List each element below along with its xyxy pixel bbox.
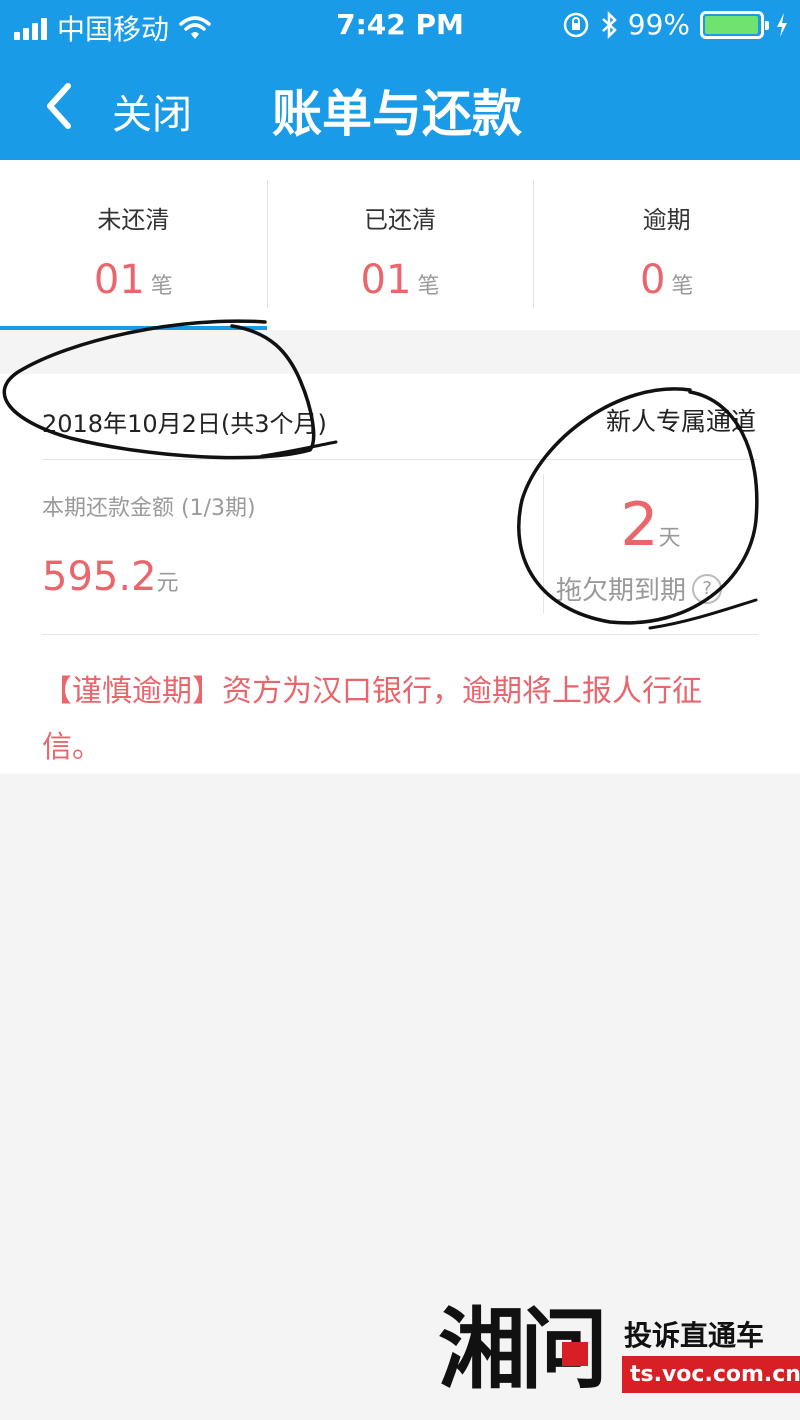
tab-count-unit: 笔 [150, 274, 173, 299]
repayment-amount: 595.2元 [42, 554, 179, 600]
tab-label: 逾期 [642, 206, 691, 234]
tab-label: 已还清 [364, 206, 436, 234]
amount-unit: 元 [156, 571, 179, 596]
back-chevron-icon[interactable] [38, 80, 82, 132]
tab-count: 01 [360, 257, 412, 303]
days-value: 2 [620, 490, 659, 560]
tab-count-unit: 笔 [417, 274, 440, 299]
charging-icon [777, 12, 787, 37]
watermark-logo-mark [562, 1342, 588, 1366]
tab-unpaid[interactable]: 未还清 01 笔 [0, 160, 267, 330]
battery-percent: 99% [627, 8, 690, 41]
tab-label: 未还清 [97, 206, 170, 234]
repayment-amount-label: 本期还款金额 (1/3期) [42, 496, 256, 521]
tab-count-unit: 笔 [671, 274, 694, 299]
divider [42, 634, 758, 635]
divider [42, 459, 758, 460]
overdue-label-text: 拖欠期到期 [556, 576, 687, 606]
watermark: 湘问 投诉直通车 ts.voc.com.cn [438, 1300, 800, 1410]
bluetooth-icon [601, 10, 617, 39]
tab-paid[interactable]: 已还清 01 笔 [266, 160, 534, 330]
bill-date: 2018年10月2日(共3个月) [42, 410, 327, 438]
tab-overdue[interactable]: 逾期 0笔 [533, 160, 800, 330]
rotation-lock-icon [563, 12, 589, 37]
bill-card[interactable]: 2018年10月2日(共3个月) 新人专属通道 本期还款金额 (1/3期) 59… [0, 374, 800, 774]
close-button[interactable]: 关闭 [112, 82, 192, 140]
app-header: 中国移动 7:42 PM 99% 关闭 账单与还款 [0, 0, 800, 160]
tab-selected-indicator [0, 326, 267, 330]
page-title: 账单与还款 [272, 85, 522, 143]
overdue-warning-text: 【谨慎逾期】资方为汉口银行，逾期将上报人行征信。 [42, 674, 702, 765]
status-bar: 中国移动 7:42 PM 99% [0, 0, 800, 52]
watermark-slogan: 投诉直通车 [624, 1319, 765, 1352]
new-user-channel-link[interactable]: 新人专属通道 [606, 402, 756, 438]
days-remaining: 2天 [543, 490, 758, 560]
watermark-url: ts.voc.com.cn [622, 1356, 800, 1393]
nav-bar: 关闭 账单与还款 [0, 60, 800, 150]
tab-count: 0 [639, 257, 666, 303]
amount-value: 595.2 [42, 554, 157, 600]
overdue-due-label: 拖欠期到期 ? [556, 570, 723, 607]
battery-icon [700, 10, 769, 39]
help-icon[interactable]: ? [692, 573, 723, 604]
days-unit: 天 [658, 526, 681, 551]
bill-status-tabs: 未还清 01 笔 已还清 01 笔 逾期 0笔 [0, 160, 800, 330]
tab-count: 01 [93, 257, 145, 303]
